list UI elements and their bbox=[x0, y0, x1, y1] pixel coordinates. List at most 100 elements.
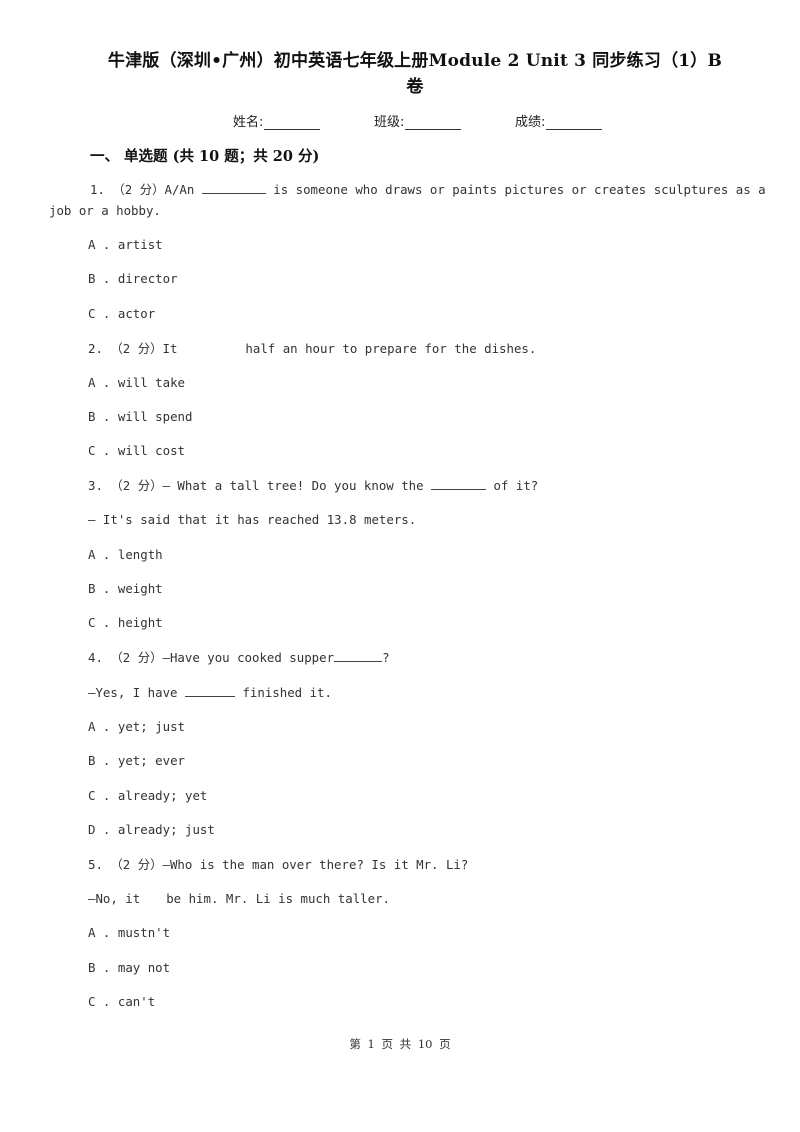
question-text: finished it. bbox=[234, 685, 332, 700]
option-letter: B . bbox=[88, 409, 111, 424]
score-field: 成绩: bbox=[515, 111, 603, 130]
option-item: C . will cost bbox=[88, 443, 185, 458]
option-text: will cost bbox=[117, 443, 185, 458]
score-label: 成绩: bbox=[515, 115, 546, 130]
option-item: C . actor bbox=[88, 306, 155, 321]
option-text: may not bbox=[117, 960, 171, 975]
question-text: —Who is the man over there? Is it Mr. Li… bbox=[162, 857, 469, 872]
option-item: A . artist bbox=[88, 237, 163, 252]
option-letter: C . bbox=[88, 788, 111, 803]
question-number: 1. bbox=[90, 182, 105, 197]
option-text: mustn't bbox=[117, 925, 171, 940]
option-item: C . already; yet bbox=[88, 788, 207, 803]
option-text: can't bbox=[117, 994, 156, 1009]
option-text: yet; ever bbox=[117, 753, 185, 768]
option-letter: C . bbox=[88, 443, 111, 458]
question-text: ? bbox=[382, 650, 390, 665]
question-1-stem-continued: job or a hobby. bbox=[49, 203, 161, 218]
question-5-stem: 5. （2 分）—Who is the man over there? Is i… bbox=[88, 855, 468, 873]
option-item: C . can't bbox=[88, 994, 155, 1009]
document-page: 牛津版（深圳•广州）初中英语七年级上册Module 2 Unit 3 同步练习（… bbox=[0, 0, 800, 1132]
option-item: A . yet; just bbox=[88, 719, 185, 734]
question-number: 3. bbox=[88, 478, 103, 493]
option-text: artist bbox=[117, 237, 163, 252]
question-4-response: —Yes, I have finished it. bbox=[88, 684, 332, 700]
question-2-stem: 2. （2 分）It half an hour to prepare for th… bbox=[88, 339, 536, 357]
option-letter: B . bbox=[88, 753, 111, 768]
question-points: （2 分） bbox=[110, 341, 163, 356]
name-blank bbox=[264, 115, 321, 130]
option-text: yet; just bbox=[117, 719, 185, 734]
option-text: director bbox=[117, 271, 178, 286]
title-line-2: 卷 bbox=[406, 77, 424, 97]
answer-blank bbox=[184, 684, 235, 697]
question-5-response: —No, it be him. Mr. Li is much taller. bbox=[88, 891, 390, 906]
option-letter: A . bbox=[88, 375, 111, 390]
question-text: —No, it bbox=[88, 891, 141, 906]
question-1-stem: 1. （2 分）A/An is someone who draws or pai… bbox=[90, 180, 766, 198]
class-blank bbox=[405, 115, 462, 130]
question-text: — What a tall tree! Do you know the bbox=[162, 478, 432, 493]
option-letter: A . bbox=[88, 719, 111, 734]
option-item: B . weight bbox=[88, 581, 163, 596]
question-text: of it? bbox=[486, 478, 539, 493]
name-label: 姓名: bbox=[233, 115, 264, 130]
option-item: B . director bbox=[88, 271, 178, 286]
class-label: 班级: bbox=[374, 115, 405, 130]
question-4-stem: 4. （2 分）—Have you cooked supper? bbox=[88, 648, 390, 666]
question-number: 5. bbox=[88, 857, 103, 872]
question-3-response: — It's said that it has reached 13.8 met… bbox=[88, 512, 417, 527]
answer-blank bbox=[431, 477, 487, 490]
option-text: height bbox=[117, 615, 163, 630]
option-letter: C . bbox=[88, 994, 111, 1009]
option-item: B . yet; ever bbox=[88, 753, 185, 768]
question-text: is someone who draws or paints pictures … bbox=[265, 182, 766, 197]
option-item: A . will take bbox=[88, 375, 185, 390]
question-number: 4. bbox=[88, 650, 103, 665]
option-letter: B . bbox=[88, 271, 111, 286]
question-text: be him. Mr. Li is much taller. bbox=[166, 891, 391, 906]
question-text: —Yes, I have bbox=[88, 685, 185, 700]
option-letter: D . bbox=[88, 822, 111, 837]
option-text: weight bbox=[117, 581, 163, 596]
document-title: 牛津版（深圳•广州）初中英语七年级上册Module 2 Unit 3 同步练习（… bbox=[70, 48, 760, 100]
option-item: B . will spend bbox=[88, 409, 192, 424]
option-item: A . mustn't bbox=[88, 925, 170, 940]
option-item: A . length bbox=[88, 547, 163, 562]
name-field: 姓名: bbox=[233, 111, 321, 130]
question-number: 2. bbox=[88, 341, 103, 356]
option-text: length bbox=[117, 547, 163, 562]
question-points: （2 分） bbox=[112, 182, 165, 197]
option-letter: A . bbox=[88, 547, 111, 562]
option-text: actor bbox=[117, 306, 156, 321]
section-heading: 一、 单选题 (共 10 题；共 20 分) bbox=[90, 148, 320, 165]
answer-blank bbox=[201, 181, 266, 194]
question-points: （2 分） bbox=[110, 650, 163, 665]
option-letter: C . bbox=[88, 615, 111, 630]
question-text: A/An bbox=[164, 182, 202, 197]
question-text: half an hour to prepare for the dishes. bbox=[245, 341, 537, 356]
question-text: —Have you cooked supper bbox=[162, 650, 335, 665]
score-blank bbox=[546, 115, 603, 130]
option-item: D . already; just bbox=[88, 822, 215, 837]
option-letter: B . bbox=[88, 960, 111, 975]
option-text: will take bbox=[117, 375, 185, 390]
question-points: （2 分） bbox=[110, 857, 163, 872]
option-letter: B . bbox=[88, 581, 111, 596]
option-text: already; yet bbox=[117, 788, 208, 803]
option-item: C . height bbox=[88, 615, 163, 630]
question-3-stem: 3. （2 分）— What a tall tree! Do you know … bbox=[88, 476, 538, 494]
option-text: will spend bbox=[117, 409, 193, 424]
question-text: It bbox=[162, 341, 178, 356]
student-info-row: 姓名: 班级: 成绩: bbox=[0, 111, 800, 131]
page-footer: 第 1 页 共 10 页 bbox=[349, 1037, 451, 1051]
title-line-1: 牛津版（深圳•广州）初中英语七年级上册Module 2 Unit 3 同步练习（… bbox=[107, 51, 723, 71]
option-letter: A . bbox=[88, 237, 111, 252]
option-letter: C . bbox=[88, 306, 111, 321]
option-text: already; just bbox=[117, 822, 215, 837]
option-letter: A . bbox=[88, 925, 111, 940]
class-field: 班级: bbox=[374, 111, 462, 130]
answer-blank bbox=[334, 649, 383, 662]
option-item: B . may not bbox=[88, 960, 170, 975]
question-points: （2 分） bbox=[110, 478, 163, 493]
